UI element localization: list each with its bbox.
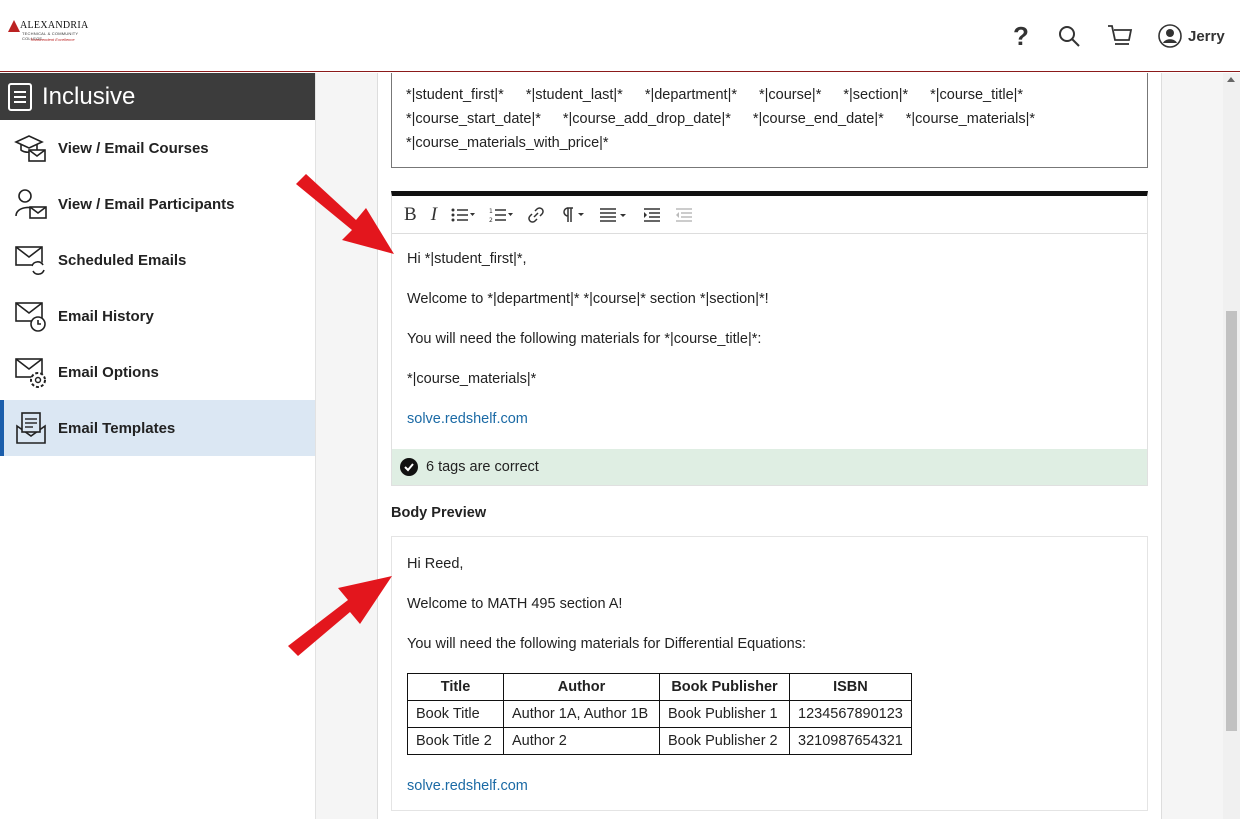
italic-button[interactable]: I	[431, 203, 437, 227]
user-menu[interactable]: Jerry	[1158, 22, 1228, 50]
preview-line: Welcome to MATH 495 section A!	[407, 596, 623, 612]
user-name: Jerry	[1188, 27, 1225, 45]
mail-gear-icon	[14, 355, 48, 389]
link-button[interactable]	[527, 203, 545, 227]
annotation-arrow-icon	[296, 174, 394, 254]
column-header: ISBN	[789, 673, 912, 701]
table-cell: 1234567890123	[789, 700, 912, 728]
search-icon[interactable]	[1056, 22, 1082, 50]
table-cell: Book Publisher 2	[659, 727, 790, 755]
bold-button[interactable]: B	[404, 203, 417, 227]
align-icon	[600, 207, 627, 222]
editor-toolbar: B I 12	[392, 196, 1147, 234]
mail-template-icon	[14, 411, 48, 445]
editor-text-area[interactable]: Hi *|student_first|*, Welcome to *|depar…	[392, 234, 1147, 458]
sidebar-title: Inclusive	[0, 73, 315, 120]
sidebar-item-view-email-courses[interactable]: View / Email Courses	[0, 120, 315, 176]
table-header-row: Title Author Book Publisher ISBN	[407, 673, 912, 701]
page-scrollbar[interactable]	[1223, 73, 1240, 819]
sidebar-item-scheduled-emails[interactable]: Scheduled Emails	[0, 232, 315, 288]
editor-line: Welcome to *|department|* *|course|* sec…	[407, 291, 769, 307]
sidebar-item-label: View / Email Participants	[58, 195, 235, 213]
main-content: *|student_first|* *|student_last|* *|depar…	[316, 73, 1223, 819]
align-button[interactable]	[599, 203, 629, 227]
sidebar-item-label: Email Options	[58, 363, 159, 381]
pilcrow-icon	[563, 206, 585, 222]
college-logo[interactable]: ALEXANDRIA TECHNICAL & COMMUNITY COLLEGE…	[8, 18, 88, 44]
numbered-list-icon: 12	[489, 208, 514, 223]
preview-link[interactable]: solve.redshelf.com	[407, 778, 528, 794]
person-mail-icon	[14, 187, 48, 221]
link-icon	[528, 206, 544, 223]
tag-item[interactable]: *|student_last|*	[526, 87, 623, 103]
body-preview: Hi Reed, Welcome to MATH 495 section A! …	[391, 536, 1148, 811]
svg-text:2: 2	[489, 217, 493, 223]
bullet-list-icon	[451, 208, 476, 221]
outdent-button[interactable]	[675, 203, 693, 227]
table-cell: 3210987654321	[789, 727, 912, 755]
preview-line: You will need the following materials fo…	[407, 636, 806, 652]
tag-item[interactable]: *|course|*	[759, 87, 821, 103]
document-list-icon	[8, 82, 32, 111]
sidebar-item-label: Email Templates	[58, 419, 176, 437]
materials-table: Title Author Book Publisher ISBN Book Ti…	[407, 673, 912, 755]
sidebar-item-email-templates[interactable]: Email Templates	[0, 400, 315, 456]
table-row: Book Title 2 Author 2 Book Publisher 2 3…	[407, 727, 912, 755]
column-header: Book Publisher	[659, 673, 790, 701]
tag-item[interactable]: *|course_start_date|*	[406, 111, 541, 127]
check-circle-icon	[400, 458, 418, 476]
sidebar-item-label: Email History	[58, 307, 154, 325]
avatar-icon	[1158, 24, 1182, 48]
sidebar-item-label: View / Email Courses	[58, 139, 209, 157]
tag-item[interactable]: *|course_materials_with_price|*	[406, 135, 609, 151]
indent-button[interactable]	[643, 203, 661, 227]
tag-item[interactable]: *|course_materials|*	[906, 111, 1035, 127]
svg-text:1: 1	[489, 208, 493, 215]
sidebar-item-view-email-participants[interactable]: View / Email Participants	[0, 176, 315, 232]
help-icon[interactable]: ?	[1010, 21, 1032, 51]
tag-item[interactable]: *|department|*	[645, 87, 737, 103]
tag-item[interactable]: *|course_title|*	[930, 87, 1023, 103]
mail-refresh-icon	[14, 243, 48, 277]
table-cell: Book Title	[407, 700, 504, 728]
outdent-icon	[676, 207, 693, 222]
table-cell: Book Publisher 1	[659, 700, 790, 728]
table-cell: Book Title 2	[407, 727, 504, 755]
body-editor: B I 12 Hi *|student_first|*, Welcome to …	[391, 191, 1148, 486]
tag-item[interactable]: *|section|*	[843, 87, 908, 103]
sidebar-item-email-history[interactable]: Email History	[0, 288, 315, 344]
tag-item[interactable]: *|course_end_date|*	[753, 111, 884, 127]
sidebar-item-label: Scheduled Emails	[58, 251, 187, 269]
cart-icon[interactable]	[1106, 22, 1134, 50]
sidebar-item-email-options[interactable]: Email Options	[0, 344, 315, 400]
table-cell: Author 2	[503, 727, 660, 755]
tag-item[interactable]: *|student_first|*	[406, 87, 504, 103]
sidebar: Inclusive View / Email Courses View / Em…	[0, 73, 316, 819]
status-text: 6 tags are correct	[426, 459, 539, 475]
editor-link[interactable]: solve.redshelf.com	[407, 411, 528, 427]
editor-line: You will need the following materials fo…	[407, 331, 762, 347]
available-tags-list: *|student_first|* *|student_last|* *|depar…	[391, 73, 1148, 168]
annotation-arrow-icon	[288, 576, 392, 656]
table-row: Book Title Author 1A, Author 1B Book Pub…	[407, 700, 912, 728]
tag-validation-status: 6 tags are correct	[392, 449, 1147, 485]
paragraph-format-button[interactable]	[559, 203, 585, 227]
top-header: ALEXANDRIA TECHNICAL & COMMUNITY COLLEGE…	[0, 0, 1240, 72]
mail-clock-icon	[14, 299, 48, 333]
bullet-list-button[interactable]	[451, 203, 476, 227]
scroll-up-icon[interactable]	[1227, 77, 1235, 82]
editor-line: *|course_materials|*	[407, 371, 537, 387]
preview-line: Hi Reed,	[407, 556, 464, 572]
table-cell: Author 1A, Author 1B	[503, 700, 660, 728]
column-header: Title	[407, 673, 504, 701]
tag-item[interactable]: *|course_add_drop_date|*	[563, 111, 731, 127]
column-header: Author	[503, 673, 660, 701]
editor-line: Hi *|student_first|*,	[407, 251, 527, 267]
scroll-thumb[interactable]	[1226, 311, 1237, 731]
body-preview-heading: Body Preview	[391, 505, 487, 521]
numbered-list-button[interactable]: 12	[489, 203, 514, 227]
indent-icon	[644, 207, 661, 222]
graduation-cap-mail-icon	[14, 131, 48, 165]
